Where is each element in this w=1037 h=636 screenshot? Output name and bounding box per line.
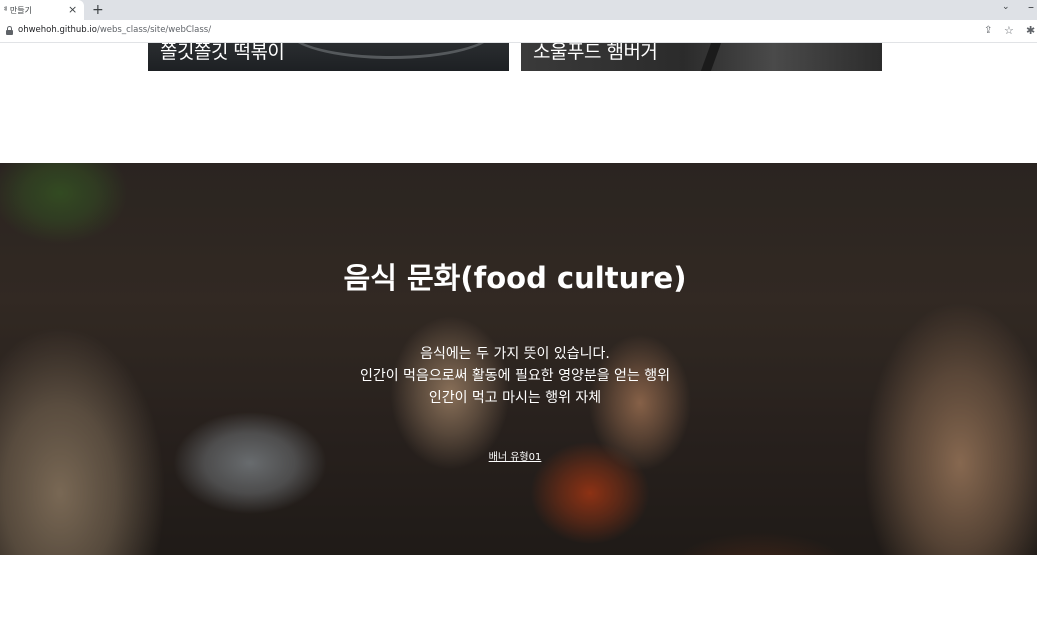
food-culture-banner: 음식 문화(food culture) 음식에는 두 가지 뜻이 있습니다. 인…	[0, 163, 1037, 555]
url-path: /webs_class/site/webClass/	[96, 25, 212, 35]
card-title: 쫄깃쫄깃 떡볶이	[160, 43, 285, 63]
star-icon[interactable]: ☆	[1004, 24, 1014, 37]
browser-tab-bar: ᅨ 만들기 × + ⌄ –	[0, 0, 1037, 20]
card-tteokbokki[interactable]: 쫄깃쫄깃 떡볶이	[148, 43, 509, 71]
tab-close-icon[interactable]: ×	[68, 3, 77, 17]
tab-search-chevron-icon[interactable]: ⌄	[1002, 2, 1010, 12]
url-text[interactable]: ohwehoh.github.io/webs_class/site/webCla…	[18, 25, 211, 35]
browser-tab[interactable]: ᅨ 만들기 ×	[0, 0, 84, 20]
minimize-icon[interactable]: –	[1028, 0, 1034, 14]
card-title: 소울푸드 햄버거	[533, 43, 658, 63]
plate-image	[288, 43, 494, 59]
card-hamburger[interactable]: 소울푸드 햄버거	[521, 43, 882, 71]
url-host: ohwehoh.github.io	[18, 25, 97, 35]
tab-title: ᅨ 만들기	[0, 6, 32, 15]
address-bar[interactable]: ohwehoh.github.io/webs_class/site/webCla…	[0, 20, 1037, 43]
new-tab-icon[interactable]: +	[92, 2, 104, 18]
banner-line: 인간이 먹고 마시는 행위 자체	[428, 390, 602, 406]
banner-title: 음식 문화(food culture)	[343, 261, 687, 295]
lock-icon[interactable]	[6, 26, 13, 35]
banner-description: 음식에는 두 가지 뜻이 있습니다. 인간이 먹음으로써 활동에 필요한 영양분…	[0, 343, 1030, 409]
utensil-image	[700, 43, 722, 71]
banner-line: 음식에는 두 가지 뜻이 있습니다.	[420, 346, 610, 362]
banner-type-link[interactable]: 배너 유형01	[0, 448, 1030, 463]
extensions-icon[interactable]: ✱	[1026, 24, 1035, 37]
share-icon[interactable]: ⇪	[984, 25, 992, 36]
banner-line: 인간이 먹음으로써 활동에 필요한 영양분을 얻는 행위	[359, 368, 671, 384]
